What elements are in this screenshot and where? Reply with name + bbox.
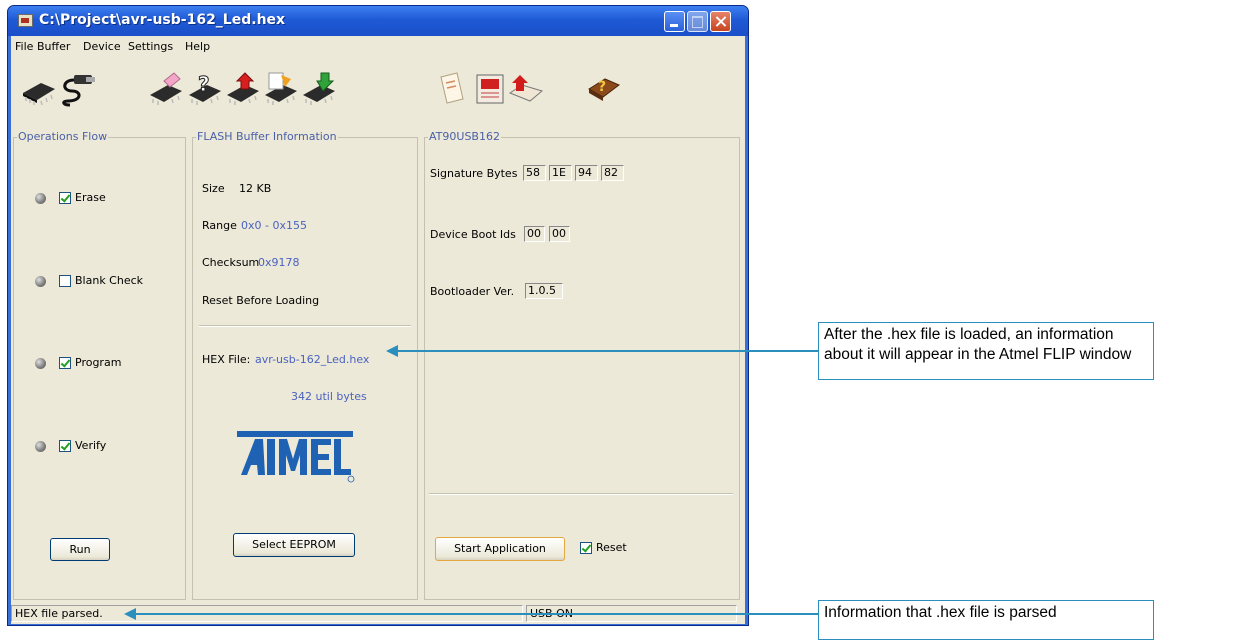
title-bar[interactable]: C:\Project\avr-usb-162_Led.hex: [8, 6, 748, 36]
operations-flow-group: Operations Flow Erase Blank Check Progra…: [13, 130, 186, 600]
flash-buffer-group: FLASH Buffer Information Size 12 KB Rang…: [192, 130, 418, 600]
menu-bar: File Buffer Device Settings Help: [11, 36, 745, 56]
start-application-button[interactable]: Start Application: [435, 537, 565, 561]
flash-buffer-title: FLASH Buffer Information: [196, 130, 338, 143]
checksum-value: 0x9178: [258, 256, 300, 269]
window-title: C:\Project\avr-usb-162_Led.hex: [39, 12, 286, 28]
operations-flow-title: Operations Flow: [17, 130, 109, 143]
save-buffer-icon[interactable]: [471, 71, 511, 107]
flash-divider: [199, 325, 411, 327]
program-status-led: [35, 358, 46, 369]
parsed-callout-line: [136, 613, 818, 615]
boot-id-1: 00: [524, 226, 545, 242]
device-boot-ids-label: Device Boot Ids: [430, 228, 516, 241]
verify-label: Verify: [75, 439, 107, 452]
verify-icon[interactable]: [261, 71, 301, 107]
svg-text:?: ?: [198, 72, 210, 96]
toolbar: ? ?: [11, 57, 745, 121]
maximize-button[interactable]: [687, 11, 708, 32]
menu-device[interactable]: Device: [83, 40, 121, 53]
app-icon: [18, 14, 33, 27]
signature-byte-3: 94: [575, 165, 598, 181]
util-bytes-text: 342 util bytes: [291, 390, 367, 403]
signature-bytes-label: Signature Bytes: [430, 167, 518, 180]
signature-byte-1: 58: [523, 165, 546, 181]
program-icon[interactable]: [223, 71, 263, 107]
read-icon[interactable]: [299, 71, 339, 107]
menu-settings[interactable]: Settings: [128, 40, 173, 53]
device-divider: [429, 493, 733, 495]
edit-buffer-icon[interactable]: [506, 71, 546, 107]
parsed-arrowhead: [124, 608, 136, 620]
reset-label: Reset: [596, 541, 627, 554]
menu-file[interactable]: File: [15, 40, 33, 53]
boot-id-2: 00: [549, 226, 570, 242]
usb-cable-icon[interactable]: [58, 71, 98, 107]
size-label: Size: [202, 182, 225, 195]
signature-byte-4: 82: [601, 165, 624, 181]
close-button[interactable]: [710, 11, 731, 32]
blank-check-checkbox[interactable]: [59, 275, 71, 287]
atmel-logo: [237, 431, 355, 483]
erase-label: Erase: [75, 191, 106, 204]
client-area: File Buffer Device Settings Help ? ? Ope…: [11, 36, 745, 624]
verify-status-led: [35, 441, 46, 452]
reset-before-loading-label: Reset Before Loading: [202, 294, 320, 307]
erase-status-led: [35, 193, 46, 204]
hex-file-label: HEX File:: [202, 353, 251, 366]
hex-info-arrowhead: [386, 345, 398, 357]
load-hex-icon[interactable]: [433, 71, 473, 107]
hex-info-callout: After the .hex file is loaded, an inform…: [818, 322, 1154, 380]
flip-window: C:\Project\avr-usb-162_Led.hex File Buff…: [7, 5, 749, 626]
erase-icon[interactable]: [146, 71, 186, 107]
reset-checkbox[interactable]: [580, 542, 592, 554]
select-eeprom-button[interactable]: Select EEPROM: [233, 533, 355, 557]
help-book-icon[interactable]: ?: [583, 71, 623, 107]
minimize-button[interactable]: [664, 11, 685, 32]
size-value: 12 KB: [239, 182, 272, 195]
bootloader-version-field: 1.0.5: [525, 283, 563, 299]
menu-buffer[interactable]: Buffer: [37, 40, 70, 53]
checksum-label: Checksum: [202, 256, 260, 269]
device-group: AT90USB162 Signature Bytes 58 1E 94 82 D…: [424, 130, 740, 600]
hex-info-callout-line: [398, 350, 818, 352]
verify-checkbox[interactable]: [59, 440, 71, 452]
menu-help[interactable]: Help: [185, 40, 210, 53]
blank-check-label: Blank Check: [75, 274, 144, 287]
bootloader-version-label: Bootloader Ver.: [430, 285, 515, 298]
program-checkbox[interactable]: [59, 357, 71, 369]
svg-text:?: ?: [598, 79, 606, 95]
signature-byte-2: 1E: [549, 165, 572, 181]
blank-check-icon[interactable]: ?: [185, 71, 225, 107]
erase-checkbox[interactable]: [59, 192, 71, 204]
chip-select-icon[interactable]: [19, 71, 59, 107]
range-label: Range: [202, 219, 237, 232]
program-label: Program: [75, 356, 122, 369]
range-value: 0x0 - 0x155: [241, 219, 307, 232]
run-button[interactable]: Run: [50, 538, 110, 561]
device-title: AT90USB162: [428, 130, 501, 143]
hex-file-value: avr-usb-162_Led.hex: [255, 353, 370, 366]
parsed-callout: Information that .hex file is parsed: [818, 600, 1154, 640]
blank-check-status-led: [35, 276, 46, 287]
